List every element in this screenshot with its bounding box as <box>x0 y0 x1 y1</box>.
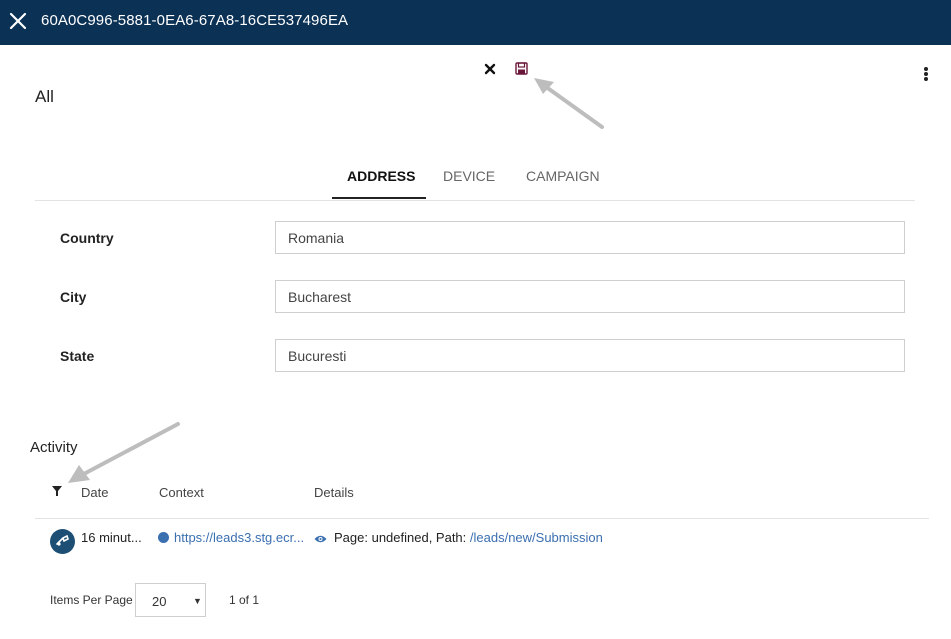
page-count: 1 of 1 <box>229 593 260 607</box>
annotation-arrow-save <box>534 78 604 129</box>
state-field[interactable] <box>275 339 905 372</box>
activity-details: Page: undefined, Path: /leads/new/Submis… <box>314 530 603 545</box>
country-row: Country <box>0 221 951 255</box>
country-label: Country <box>60 230 114 246</box>
items-per-page-select[interactable]: 20 ▼ <box>135 583 206 617</box>
city-row: City <box>0 280 951 314</box>
kebab-dot <box>924 67 928 71</box>
activity-type-icon <box>50 529 75 554</box>
filter-icon[interactable] <box>51 485 63 497</box>
column-header-context[interactable]: Context <box>159 485 204 500</box>
state-label: State <box>60 348 95 364</box>
close-icon[interactable] <box>8 11 28 31</box>
activity-context-text: https://leads3.stg.ecr... <box>174 530 305 545</box>
active-tab-indicator <box>332 197 426 199</box>
city-field[interactable] <box>275 280 905 313</box>
globe-icon <box>158 532 169 543</box>
eye-icon[interactable] <box>314 534 327 544</box>
column-header-date[interactable]: Date <box>81 485 108 500</box>
tab-address[interactable]: ADDRESS <box>347 168 415 184</box>
table-row: 16 minut... https://leads3.stg.ecr... Pa… <box>35 519 929 563</box>
view-title: All <box>35 87 54 106</box>
activity-details-path-link[interactable]: /leads/new/Submission <box>470 530 603 545</box>
top-bar: 60A0C996-5881-0EA6-67A8-16CE537496EA <box>0 0 951 45</box>
activity-details-text: Page: undefined, Path: <box>334 530 470 545</box>
chevron-down-icon: ▼ <box>193 596 202 606</box>
kebab-dot <box>924 77 928 81</box>
state-row: State <box>0 339 951 373</box>
column-header-details[interactable]: Details <box>314 485 354 500</box>
activity-grid-header: Date Context Details <box>35 476 929 519</box>
city-label: City <box>60 289 87 305</box>
discard-button[interactable] <box>483 62 497 76</box>
record-id-title: 60A0C996-5881-0EA6-67A8-16CE537496EA <box>41 12 349 29</box>
activity-date: 16 minut... <box>81 530 142 545</box>
items-per-page-label: Items Per Page <box>50 593 133 607</box>
save-button[interactable] <box>514 61 529 76</box>
country-field[interactable] <box>275 221 905 254</box>
kebab-dot <box>924 72 928 76</box>
activity-context-link[interactable]: https://leads3.stg.ecr... <box>158 530 304 545</box>
tab-device[interactable]: DEVICE <box>443 168 495 184</box>
more-options-button[interactable] <box>921 67 931 85</box>
tab-campaign[interactable]: CAMPAIGN <box>526 168 600 184</box>
tab-bar: ADDRESS DEVICE CAMPAIGN <box>35 160 915 201</box>
items-per-page-value: 20 <box>152 594 167 609</box>
